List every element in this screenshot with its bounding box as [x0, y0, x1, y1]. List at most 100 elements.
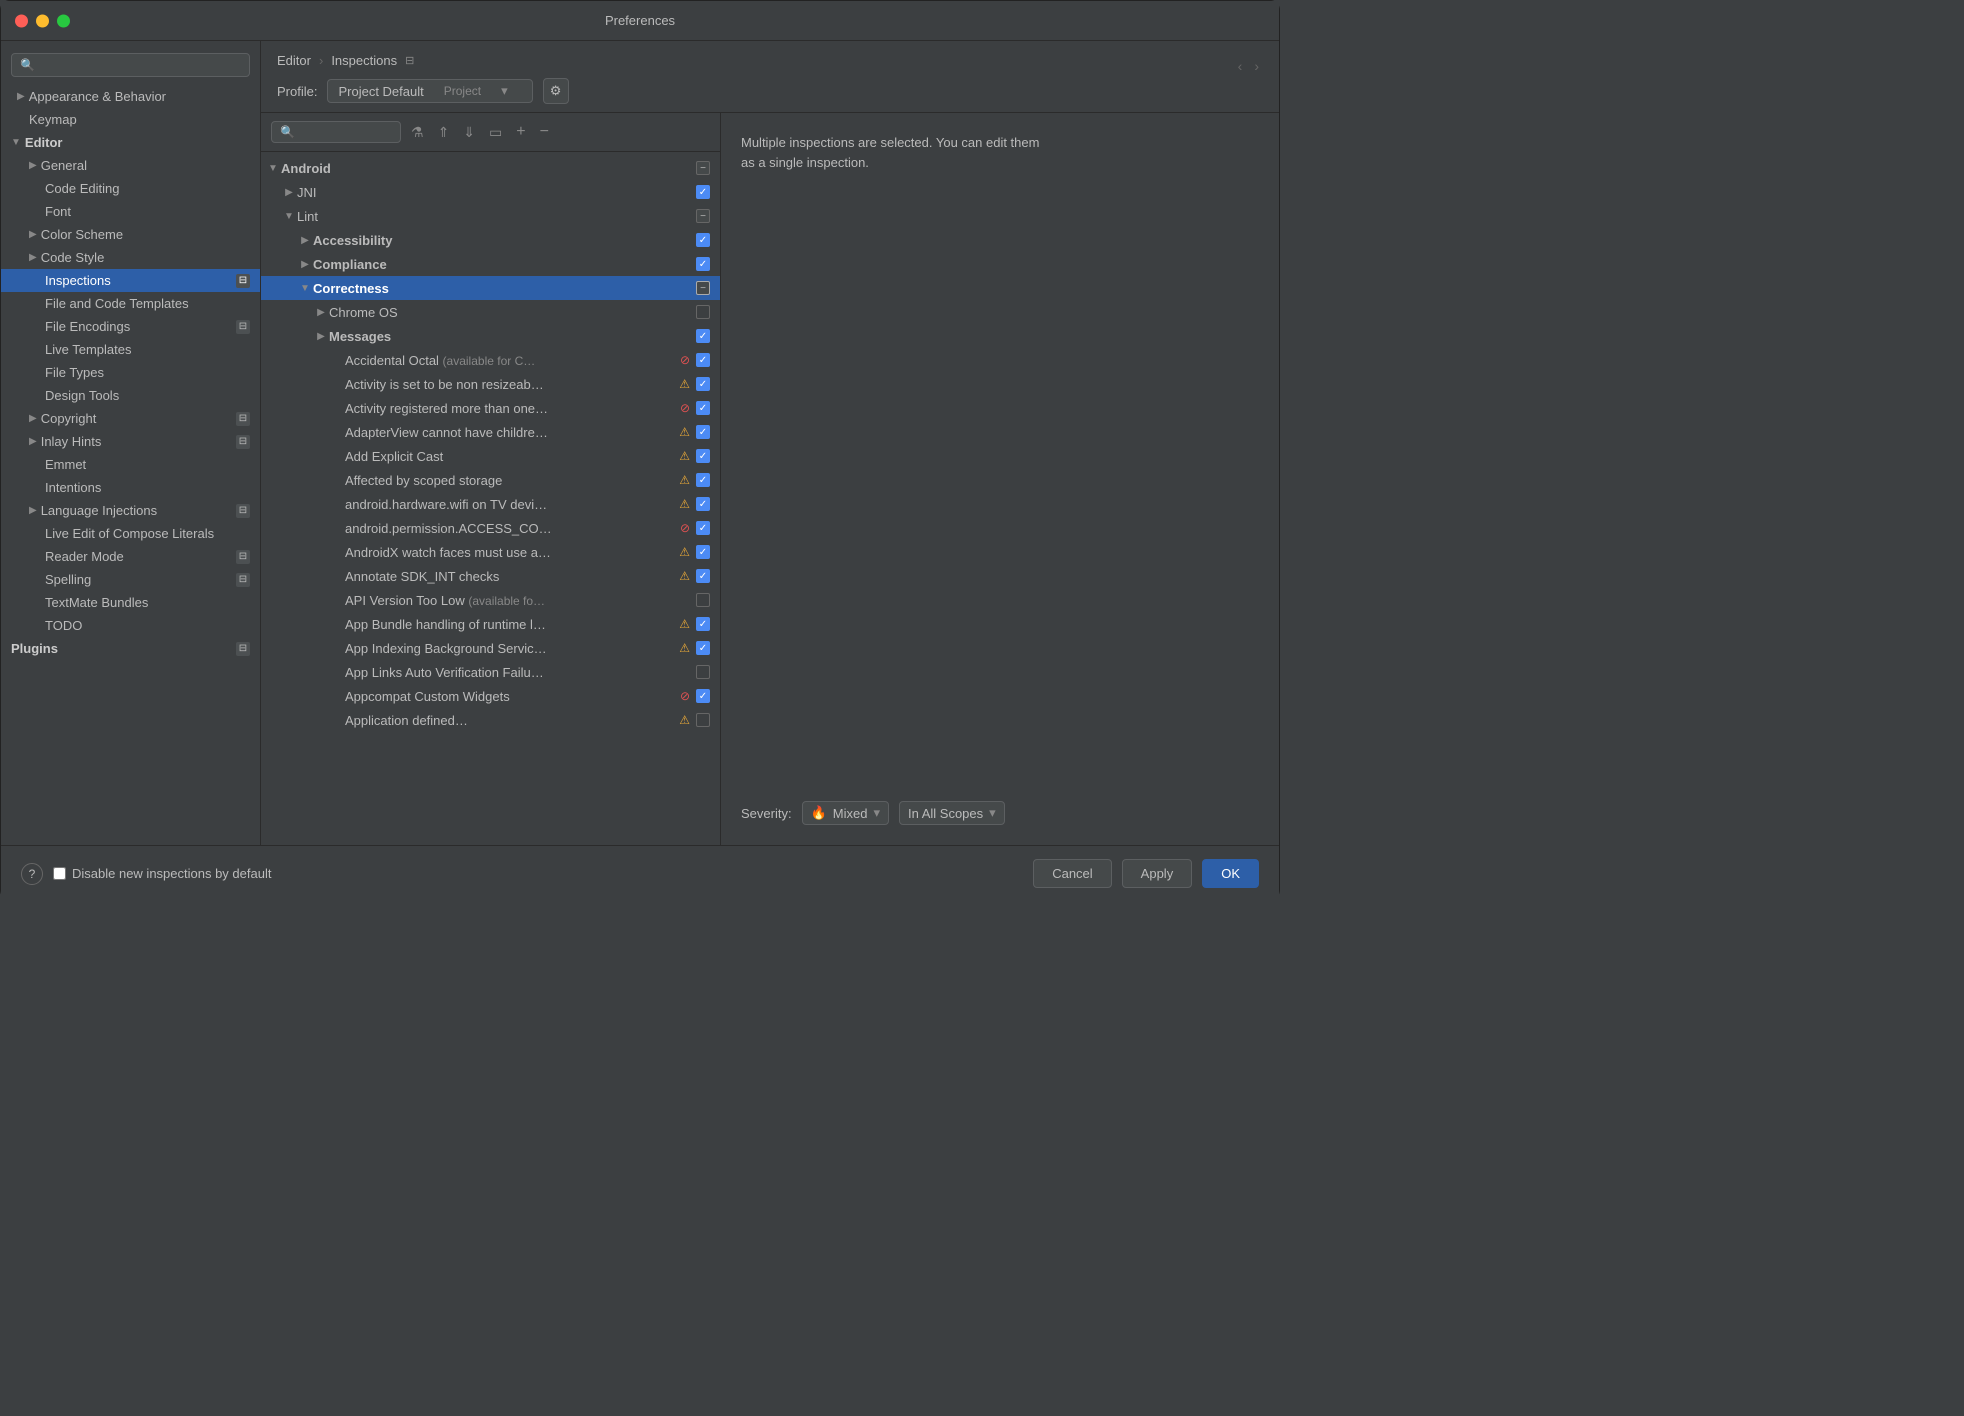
nav-back-button[interactable]: ‹: [1234, 56, 1247, 76]
tree-check[interactable]: [696, 329, 710, 343]
tree-check[interactable]: [696, 185, 710, 199]
sidebar-item-inspections[interactable]: Inspections ⊟: [1, 269, 260, 292]
minimize-button[interactable]: [36, 14, 49, 27]
sidebar-item-copyright[interactable]: ▶ Copyright ⊟: [1, 407, 260, 430]
sidebar-item-editor[interactable]: ▼ Editor: [1, 131, 260, 154]
tree-item-activity-registered[interactable]: Activity registered more than one… ⊘: [261, 396, 720, 420]
tree-item-lint[interactable]: ▼ Lint: [261, 204, 720, 228]
tree-check[interactable]: [696, 353, 710, 367]
tree-check[interactable]: [696, 425, 710, 439]
tree-check[interactable]: [696, 689, 710, 703]
tree-item-api-version[interactable]: API Version Too Low (available fo…: [261, 588, 720, 612]
tree-item-app-bundle[interactable]: App Bundle handling of runtime l… ⚠: [261, 612, 720, 636]
tree-item-scoped-storage[interactable]: Affected by scoped storage ⚠: [261, 468, 720, 492]
sidebar-item-code-editing[interactable]: Code Editing: [1, 177, 260, 200]
tree-item-chromeos[interactable]: ▶ Chrome OS: [261, 300, 720, 324]
toggle-button[interactable]: ▭: [485, 122, 506, 143]
tree-item-activity-non-resizable[interactable]: Activity is set to be non resizeab… ⚠: [261, 372, 720, 396]
help-button[interactable]: ?: [21, 863, 43, 885]
sidebar-item-language-injections[interactable]: ▶ Language Injections ⊟: [1, 499, 260, 522]
tree-check[interactable]: [696, 377, 710, 391]
tree-check[interactable]: [696, 473, 710, 487]
sidebar-item-inlay-hints[interactable]: ▶ Inlay Hints ⊟: [1, 430, 260, 453]
tree-item-application-defined[interactable]: Application defined… ⚠: [261, 708, 720, 732]
tree-item-permission-access[interactable]: android.permission.ACCESS_CO… ⊘: [261, 516, 720, 540]
cancel-button[interactable]: Cancel: [1033, 859, 1111, 888]
sidebar-item-code-style[interactable]: ▶ Code Style: [1, 246, 260, 269]
tree-check[interactable]: [696, 305, 710, 319]
tree-item-accessibility[interactable]: ▶ Accessibility: [261, 228, 720, 252]
tree-item-messages[interactable]: ▶ Messages: [261, 324, 720, 348]
tree-check[interactable]: [696, 593, 710, 607]
sidebar-item-appearance[interactable]: ▶ Appearance & Behavior: [1, 85, 260, 108]
tree-check[interactable]: [696, 617, 710, 631]
sidebar-item-file-templates[interactable]: File and Code Templates: [1, 292, 260, 315]
filter-search-container[interactable]: 🔍: [271, 121, 401, 143]
tree-check[interactable]: [696, 209, 710, 223]
tree-check[interactable]: [696, 497, 710, 511]
sidebar-search-input[interactable]: [41, 58, 241, 72]
tree-item-androidx-watch[interactable]: AndroidX watch faces must use a… ⚠: [261, 540, 720, 564]
tree-check[interactable]: [696, 401, 710, 415]
maximize-button[interactable]: [57, 14, 70, 27]
sidebar-search-container[interactable]: 🔍: [11, 53, 250, 77]
scope-select[interactable]: In All Scopes ▾: [899, 801, 1005, 825]
tree-check[interactable]: [696, 281, 710, 295]
tree-item-app-indexing[interactable]: App Indexing Background Servic… ⚠: [261, 636, 720, 660]
tree-check[interactable]: [696, 161, 710, 175]
add-button[interactable]: +: [512, 121, 529, 143]
tree-check[interactable]: [696, 569, 710, 583]
close-button[interactable]: [15, 14, 28, 27]
tree-item-accidental-octal[interactable]: Accidental Octal (available for C… ⊘: [261, 348, 720, 372]
disable-checkbox-label[interactable]: Disable new inspections by default: [53, 866, 271, 881]
tree-item-jni[interactable]: ▶ JNI: [261, 180, 720, 204]
sidebar-item-general[interactable]: ▶ General: [1, 154, 260, 177]
sidebar-item-todo[interactable]: TODO: [1, 614, 260, 637]
apply-button[interactable]: Apply: [1122, 859, 1193, 888]
sidebar-item-live-edit[interactable]: Live Edit of Compose Literals: [1, 522, 260, 545]
sidebar-item-color-scheme[interactable]: ▶ Color Scheme: [1, 223, 260, 246]
expand-all-button[interactable]: ⇑: [434, 122, 454, 143]
collapse-all-button[interactable]: ⇓: [459, 122, 479, 143]
tree-check[interactable]: [696, 521, 710, 535]
tree-item-correctness[interactable]: ▼ Correctness: [261, 276, 720, 300]
tree-check[interactable]: [696, 713, 710, 727]
filter-search-input[interactable]: [299, 125, 392, 139]
sidebar-item-spelling[interactable]: Spelling ⊟: [1, 568, 260, 591]
tree-item-hardware-wifi[interactable]: android.hardware.wifi on TV devi… ⚠: [261, 492, 720, 516]
sidebar-item-keymap[interactable]: Keymap: [1, 108, 260, 131]
sidebar-item-font[interactable]: Font: [1, 200, 260, 223]
sidebar-item-reader-mode[interactable]: Reader Mode ⊟: [1, 545, 260, 568]
disable-checkbox[interactable]: [53, 867, 66, 880]
tree-item-adapterview[interactable]: AdapterView cannot have childre… ⚠: [261, 420, 720, 444]
pin-icon[interactable]: ⊟: [405, 54, 414, 67]
sidebar-item-file-encodings[interactable]: File Encodings ⊟: [1, 315, 260, 338]
tree-item-compliance[interactable]: ▶ Compliance: [261, 252, 720, 276]
filter-button[interactable]: ⚗: [407, 122, 428, 143]
severity-select[interactable]: 🔥 Mixed ▾: [802, 801, 889, 825]
tree-check[interactable]: [696, 665, 710, 679]
sidebar-item-emmet[interactable]: Emmet: [1, 453, 260, 476]
nav-forward-button[interactable]: ›: [1250, 56, 1263, 76]
remove-button[interactable]: −: [536, 121, 553, 143]
settings-button[interactable]: ⚙: [543, 78, 569, 104]
tree-check[interactable]: [696, 545, 710, 559]
sidebar-item-file-types[interactable]: File Types: [1, 361, 260, 384]
sidebar-item-textmate[interactable]: TextMate Bundles: [1, 591, 260, 614]
tree-check[interactable]: [696, 233, 710, 247]
tree-check[interactable]: [696, 641, 710, 655]
sidebar-item-intentions[interactable]: Intentions: [1, 476, 260, 499]
tree-check[interactable]: [696, 257, 710, 271]
sidebar-item-live-templates[interactable]: Live Templates: [1, 338, 260, 361]
profile-select[interactable]: Project Default Project ▾: [327, 79, 532, 103]
tree-item-annotate-sdk[interactable]: Annotate SDK_INT checks ⚠: [261, 564, 720, 588]
ok-button[interactable]: OK: [1202, 859, 1259, 888]
sidebar-item-plugins[interactable]: Plugins ⊟: [1, 637, 260, 660]
tree-item-app-links[interactable]: App Links Auto Verification Failu…: [261, 660, 720, 684]
tree-item-appcompat[interactable]: Appcompat Custom Widgets ⊘: [261, 684, 720, 708]
sidebar-item-label: Copyright: [41, 411, 97, 426]
tree-item-add-explicit-cast[interactable]: Add Explicit Cast ⚠: [261, 444, 720, 468]
sidebar-item-design-tools[interactable]: Design Tools: [1, 384, 260, 407]
tree-check[interactable]: [696, 449, 710, 463]
tree-item-android[interactable]: ▼ Android: [261, 156, 720, 180]
